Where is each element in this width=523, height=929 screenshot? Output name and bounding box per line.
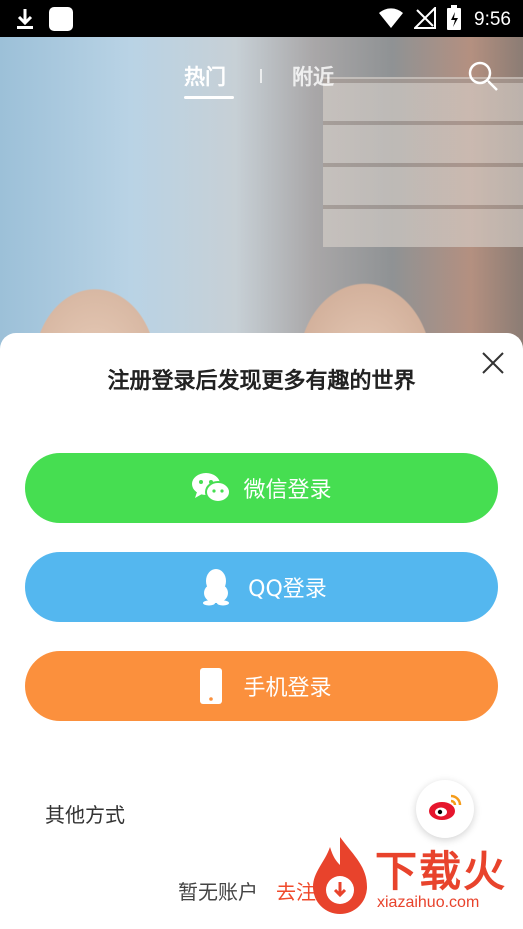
other-methods-label: 其他方式 bbox=[45, 803, 125, 827]
phone-login-label: 手机登录 bbox=[243, 676, 332, 701]
app-notification-icon bbox=[48, 6, 74, 36]
qq-login-label: QQ登录 bbox=[248, 577, 327, 602]
wechat-login-button[interactable]: 微信登录 bbox=[25, 453, 498, 523]
top-nav: 热门 附近 bbox=[0, 55, 523, 105]
wifi-icon bbox=[378, 7, 404, 33]
no-account-text: 暂无账户 bbox=[178, 880, 258, 904]
status-time: 9:56 bbox=[474, 9, 511, 30]
weibo-icon bbox=[427, 792, 463, 826]
download-icon bbox=[14, 7, 36, 35]
flame-logo-icon bbox=[305, 832, 375, 926]
qq-login-button[interactable]: QQ登录 bbox=[25, 552, 498, 622]
phone-icon bbox=[191, 666, 231, 706]
tab-nearby[interactable]: 附近 bbox=[292, 61, 334, 91]
sheet-title: 注册登录后发现更多有趣的世界 bbox=[107, 369, 416, 394]
status-bar: 9:56 bbox=[0, 0, 523, 37]
qq-penguin-icon bbox=[196, 567, 236, 607]
tab-hot-indicator bbox=[184, 96, 234, 99]
wechat-icon bbox=[191, 468, 232, 508]
tab-separator bbox=[260, 69, 262, 83]
watermark-brand: 下载火 bbox=[375, 847, 508, 896]
tab-hot[interactable]: 热门 bbox=[184, 61, 226, 91]
phone-login-button[interactable]: 手机登录 bbox=[25, 651, 498, 721]
no-signal-icon bbox=[412, 5, 437, 33]
search-icon[interactable] bbox=[466, 59, 500, 93]
battery-icon bbox=[446, 5, 462, 35]
site-watermark: 下载火 xiazaihuo.com bbox=[305, 828, 523, 928]
watermark-site: xiazaihuo.com bbox=[377, 894, 480, 911]
wechat-login-label: 微信登录 bbox=[243, 478, 332, 503]
